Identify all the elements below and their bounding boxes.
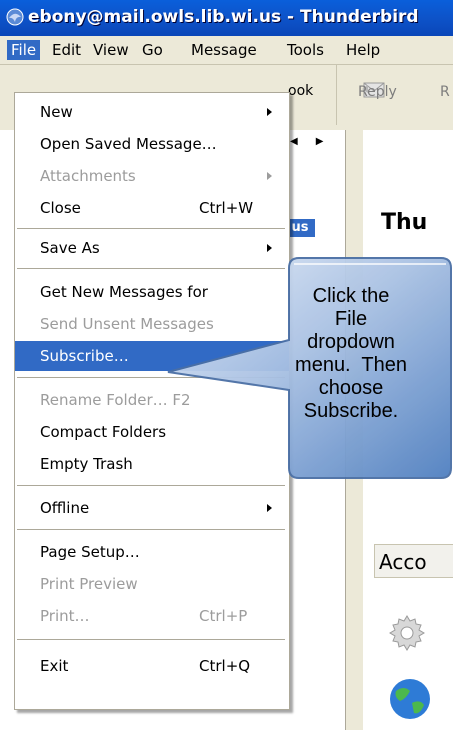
menu-item-shortcut: Ctrl+W [199,199,254,217]
menu-item-label: Empty Trash [40,455,133,473]
menu-item-subscribe[interactable]: Subscribe… [15,341,289,371]
menu-item-exit[interactable]: Exit Ctrl+Q [15,651,289,681]
callout-line: Subscribe. [303,400,399,422]
menu-item-label: Close [40,199,81,217]
callout-line: File [334,308,368,330]
menu-item-label: New [40,103,73,121]
menu-separator [17,268,285,269]
address-book-button[interactable]: ook [288,83,313,99]
menu-item-label: Print… [40,607,90,625]
menu-item-shortcut: Ctrl+Q [199,657,251,675]
menu-item-label: Save As [40,239,100,257]
menu-bar: File Edit View Go Message Tools Help [0,36,453,65]
pane-splitter[interactable] [345,130,364,730]
menu-separator [17,529,285,530]
folder-nav-arrows[interactable]: ◀▶ [290,136,341,147]
menu-item-label: Page Setup… [40,543,140,561]
menu-item-label: Subscribe… [40,347,129,365]
menu-item-print-preview[interactable]: Print Preview [15,569,289,599]
reply-button[interactable]: Reply [358,84,397,100]
menu-item-label: Exit [40,657,69,675]
submenu-arrow-icon [267,172,272,180]
menu-view[interactable]: View [89,40,133,60]
menu-item-label: Open Saved Message… [40,135,217,153]
submenu-arrow-icon [267,108,272,116]
callout-text: Click the File dropdown menu. Then choos… [285,285,417,423]
submenu-arrow-icon [267,504,272,512]
menu-tools[interactable]: Tools [283,40,328,60]
menu-separator [17,377,285,378]
gear-icon[interactable] [386,612,428,654]
menu-item-print[interactable]: Print… Ctrl+P [15,601,289,631]
menu-edit[interactable]: Edit [48,40,85,60]
menu-separator [17,639,285,640]
callout-line: dropdown [307,331,395,353]
callout-line: Click the [312,285,390,307]
menu-item-send-unsent-messages[interactable]: Send Unsent Messages [15,309,289,339]
thunderbird-icon [6,8,24,26]
menu-item-get-new-messages[interactable]: Get New Messages for [15,277,289,307]
start-page-heading: Thu [381,210,428,235]
menu-item-close[interactable]: Close Ctrl+W [15,193,289,223]
callout-line: choose [318,377,384,399]
menu-item-label: Get New Messages for [40,283,208,301]
menu-item-label: Attachments [40,167,136,185]
menu-item-empty-trash[interactable]: Empty Trash [15,449,289,479]
menu-item-open-saved-message[interactable]: Open Saved Message… [15,129,289,159]
reply-all-button[interactable]: R [440,84,450,100]
menu-item-rename-folder[interactable]: Rename Folder… F2 [15,385,289,415]
menu-item-page-setup[interactable]: Page Setup… [15,537,289,567]
menu-item-label: Offline [40,499,90,517]
menu-item-shortcut: Ctrl+P [199,607,248,625]
menu-item-save-as[interactable]: Save As [15,233,289,263]
callout-line: menu. Then [295,354,407,376]
menu-item-compact-folders[interactable]: Compact Folders [15,417,289,447]
accounts-section-header: Acco [374,544,453,578]
menu-item-new[interactable]: New [15,97,289,127]
submenu-arrow-icon [267,244,272,252]
menu-item-attachments[interactable]: Attachments [15,161,289,191]
menu-item-label: Print Preview [40,575,138,593]
menu-separator [17,485,285,486]
menu-file[interactable]: File [7,40,41,60]
menu-item-label: Rename Folder… F2 [40,391,191,409]
toolbar-separator [336,65,337,125]
menu-item-label: Compact Folders [40,423,167,441]
globe-icon[interactable] [386,675,434,723]
menu-message[interactable]: Message [187,40,261,60]
window-title: ebony@mail.owls.lib.wi.us - Thunderbird [28,7,419,27]
title-bar: ebony@mail.owls.lib.wi.us - Thunderbird [0,0,453,36]
menu-go[interactable]: Go [138,40,167,60]
menu-separator [17,228,285,229]
menu-item-label: Send Unsent Messages [40,315,214,333]
menu-help[interactable]: Help [342,40,384,60]
file-dropdown-menu: New Open Saved Message… Attachments Clos… [14,92,290,710]
menu-item-offline[interactable]: Offline [15,493,289,523]
